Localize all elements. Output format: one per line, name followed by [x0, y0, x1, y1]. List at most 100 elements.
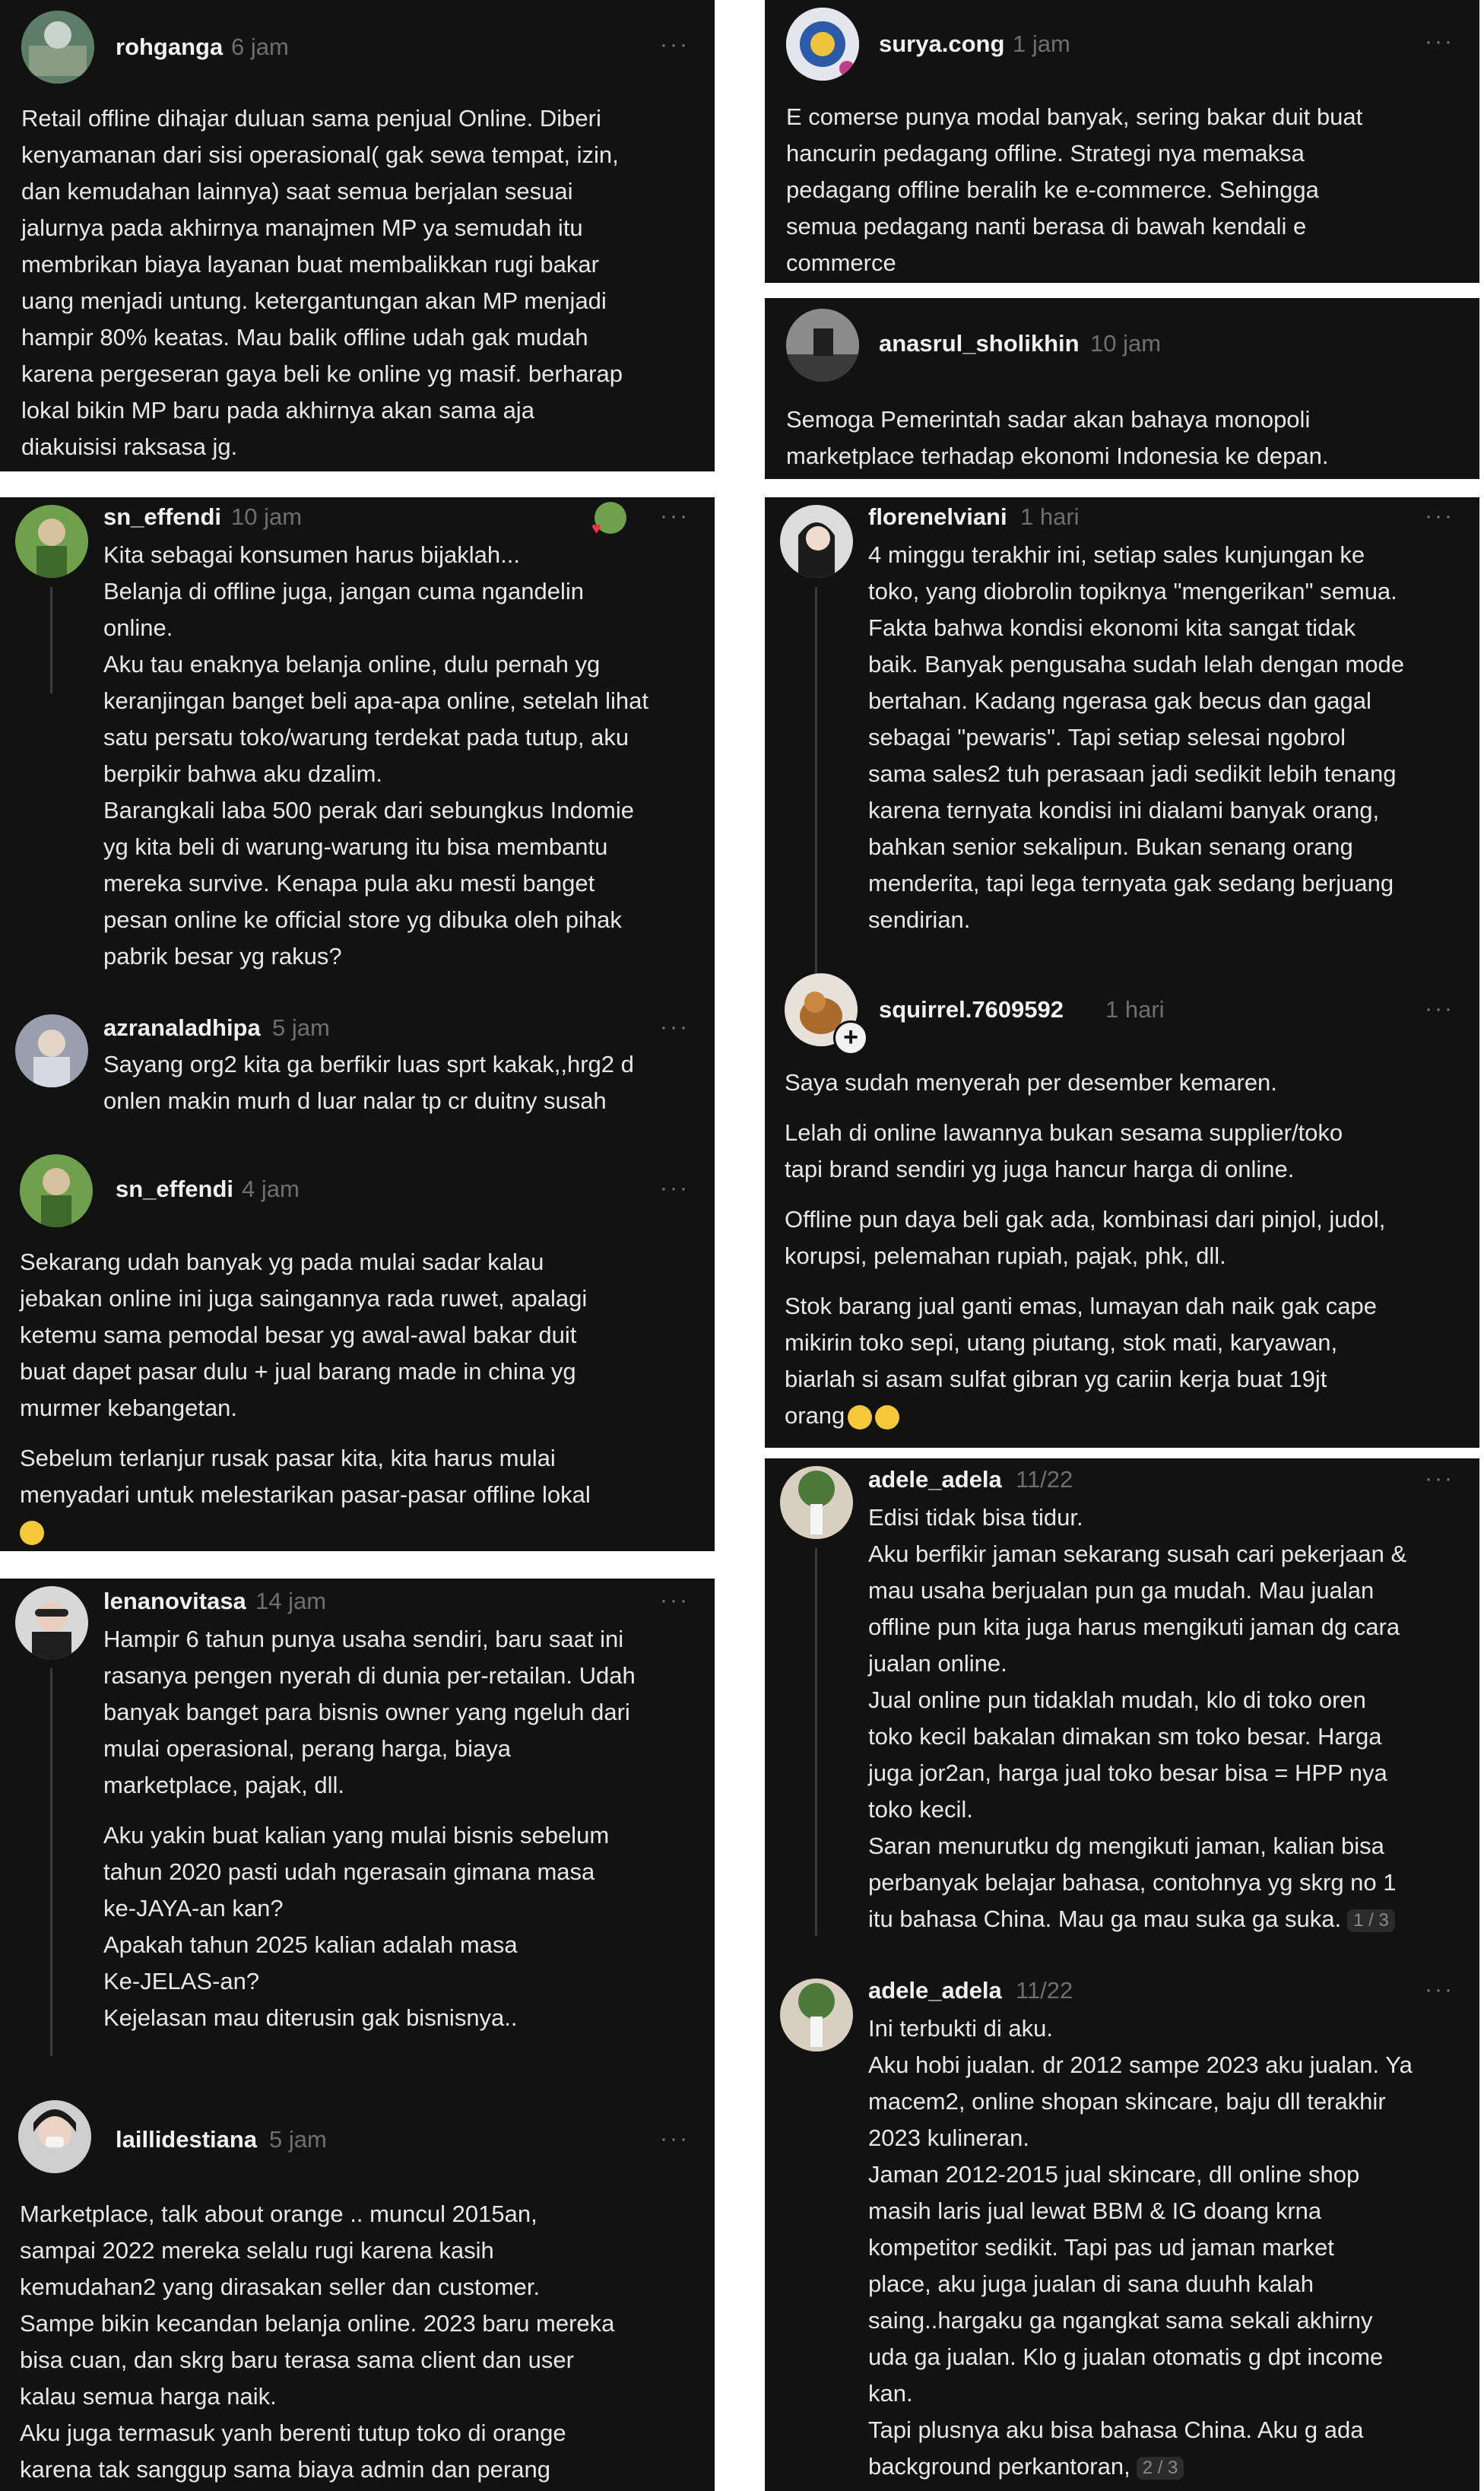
- comment-text: Retail offline dihajar duluan sama penju…: [21, 100, 706, 465]
- comment-line: lokal bikin MP baru pada akhirnya akan s…: [21, 397, 534, 424]
- comment-paragraph: Marketplace, talk about orange .. muncul…: [20, 2196, 704, 2491]
- grinning-sweat-emoji: [848, 1404, 873, 1430]
- username[interactable]: adele_adela: [868, 1466, 1002, 1493]
- more-options-icon[interactable]: ···: [660, 1177, 690, 1200]
- comment-line: Jaman 2012-2015 jual skincare, dll onlin…: [868, 2161, 1360, 2188]
- comment-line: jualan online.: [868, 1650, 1007, 1677]
- comment-paragraph: Aku yakin buat kalian yang mulai bisnis …: [103, 1817, 704, 2036]
- avatar[interactable]: [780, 1466, 853, 1539]
- comment-line: itu bahasa China. Mau ga mau suka ga suk…: [868, 1906, 1342, 1932]
- comment-line: Lelah di online lawannya bukan sesama su…: [785, 1119, 1343, 1146]
- more-options-icon[interactable]: ···: [660, 1589, 690, 1612]
- thread-line: [815, 587, 817, 975]
- comment-line: Fakta bahwa kondisi ekonomi kita sangat …: [868, 614, 1356, 641]
- username[interactable]: florenelviani: [868, 503, 1007, 531]
- comment-line: Aku berfikir jaman sekarang susah cari p…: [868, 1541, 1407, 1567]
- avatar[interactable]: [780, 505, 853, 578]
- comment-line: menderita, tapi lega ternyata gak sedang…: [868, 870, 1394, 896]
- follow-plus-icon[interactable]: +: [833, 1020, 868, 1055]
- comment-line: kompetitor sedikit. Tapi pas ud jaman ma…: [868, 2234, 1334, 2261]
- comment-line: keranjingan banget beli apa-apa online, …: [103, 687, 648, 714]
- username[interactable]: sn_effendi: [116, 1176, 233, 1203]
- more-options-icon[interactable]: ···: [1425, 1979, 1454, 2001]
- image-pager-indicator[interactable]: 2 / 3: [1136, 2456, 1184, 2480]
- username[interactable]: laillidestiana: [116, 2126, 257, 2153]
- comment-paragraph: Retail offline dihajar duluan sama penju…: [21, 100, 706, 465]
- timestamp: 1 hari: [1020, 503, 1080, 530]
- comment-line: macem2, online shopan skincare, baju dll…: [868, 2088, 1386, 2115]
- comment-line: mulai operasional, perang harga, biaya: [103, 1735, 511, 1762]
- comment-line: masih laris jual lewat BBM & IG doang kr…: [868, 2197, 1322, 2224]
- comment-line: Ini terbukti di aku.: [868, 2015, 1053, 2042]
- comment-line: jalurnya pada akhirnya manajmen MP ya se…: [21, 214, 583, 241]
- more-options-icon[interactable]: ···: [1425, 30, 1454, 53]
- comment-line: onlen makin murh d luar nalar tp cr duit…: [103, 1087, 607, 1114]
- more-options-icon[interactable]: ···: [660, 505, 690, 528]
- comment-line: Kita sebagai konsumen harus bijaklah...: [103, 541, 520, 568]
- more-options-icon[interactable]: ···: [1425, 1468, 1454, 1490]
- comment-line: sendirian.: [868, 906, 971, 933]
- comment-paragraph: Lelah di online lawannya bukan sesama su…: [785, 1115, 1469, 1188]
- comment-paragraph: Offline pun daya beli gak ada, kombinasi…: [785, 1201, 1469, 1274]
- comment-line: Sebelum terlanjur rusak pasar kita, kita…: [20, 1445, 556, 1471]
- comment-paragraph: Semoga Pemerintah sadar akan bahaya mono…: [786, 401, 1470, 474]
- avatar[interactable]: [18, 2100, 91, 2173]
- more-options-icon[interactable]: ···: [1425, 998, 1454, 1020]
- comment-line: mereka survive. Kenapa pula aku mesti ba…: [103, 870, 595, 896]
- more-options-icon[interactable]: ···: [1425, 505, 1454, 528]
- timestamp: 14 jam: [255, 1588, 327, 1614]
- avatar[interactable]: [20, 1154, 93, 1227]
- avatar[interactable]: [15, 505, 88, 578]
- comment-text: Marketplace, talk about orange .. muncul…: [20, 2196, 704, 2491]
- username[interactable]: adele_adela: [868, 1977, 1002, 2004]
- comment-line: Retail offline dihajar duluan sama penju…: [21, 105, 601, 132]
- comment-line: Ke-JELAS-an?: [103, 1968, 260, 1994]
- comment-line: murmer kebangetan.: [20, 1395, 238, 1421]
- username[interactable]: surya.cong: [879, 30, 1004, 58]
- comment-paragraph: Sayang org2 kita ga berfikir luas sprt k…: [103, 1046, 704, 1119]
- comment-line: marketplace, pajak, dll.: [103, 1772, 345, 1798]
- comment-panel-florenelviani-thread: florenelviani 1 hari ··· 4 minggu terakh…: [765, 497, 1479, 1448]
- comment-line: Saran menurutku dg mengikuti jaman, kali…: [868, 1833, 1384, 1859]
- comment-line: uang menjadi untung. ketergantungan akan…: [21, 287, 607, 314]
- comment-text: Sekarang udah banyak yg pada mulai sadar…: [20, 1244, 704, 1550]
- avatar[interactable]: [15, 1014, 88, 1087]
- username[interactable]: rohganga: [116, 33, 223, 61]
- comment-text: Hampir 6 tahun punya usaha sendiri, baru…: [103, 1621, 704, 2036]
- more-options-icon[interactable]: ···: [660, 1016, 690, 1039]
- comment-line: yg kita beli di warung-warung itu bisa m…: [103, 833, 608, 860]
- timestamp: 1 jam: [1013, 30, 1070, 57]
- comment-text: Sayang org2 kita ga berfikir luas sprt k…: [103, 1046, 704, 1119]
- comment-line: Aku hobi jualan. dr 2012 sampe 2023 aku …: [868, 2052, 1413, 2078]
- comment-paragraph: Stok barang jual ganti emas, lumayan dah…: [785, 1288, 1469, 1434]
- comment-line: banyak banget para bisnis owner yang nge…: [103, 1699, 630, 1725]
- more-options-icon[interactable]: ···: [660, 33, 690, 56]
- comment-text: 4 minggu terakhir ini, setiap sales kunj…: [868, 537, 1469, 938]
- comment-paragraph: 4 minggu terakhir ini, setiap sales kunj…: [868, 537, 1469, 938]
- comment-line: toko kecil.: [868, 1796, 973, 1823]
- username[interactable]: azranaladhipa: [103, 1014, 261, 1042]
- username[interactable]: lenanovitasa: [103, 1588, 246, 1615]
- comment-text: Edisi tidak bisa tidur. Aku berfikir jama…: [868, 1499, 1469, 1937]
- avatar[interactable]: [21, 11, 94, 84]
- comment-line: membrikan biaya layanan buat membalikkan…: [21, 251, 599, 278]
- comment-line: Offline pun daya beli gak ada, kombinasi…: [785, 1206, 1386, 1233]
- comment-line: hancurin pedagang offline. Strategi nya …: [786, 140, 1305, 167]
- avatar[interactable]: [786, 309, 859, 382]
- more-options-icon[interactable]: ···: [660, 2128, 690, 2150]
- comment-line: Aku yakin buat kalian yang mulai bisnis …: [103, 1822, 610, 1848]
- username[interactable]: squirrel.7609592: [879, 996, 1064, 1023]
- comment-paragraph: Edisi tidak bisa tidur. Aku berfikir jama…: [868, 1499, 1469, 1937]
- comment-line: offline pun kita juga harus mengikuti ja…: [868, 1614, 1400, 1640]
- avatar[interactable]: [786, 8, 859, 81]
- image-pager-indicator[interactable]: 1 / 3: [1347, 1909, 1395, 1932]
- comment-line: Edisi tidak bisa tidur.: [868, 1504, 1083, 1531]
- comment-paragraph: Ini terbukti di aku. Aku hobi jualan. dr …: [868, 2010, 1469, 2485]
- timestamp: 1 hari: [1105, 996, 1165, 1023]
- username[interactable]: sn_effendi: [103, 503, 221, 531]
- avatar[interactable]: [780, 1979, 853, 2052]
- username[interactable]: anasrul_sholikhin: [879, 330, 1080, 357]
- avatar[interactable]: [15, 1586, 88, 1659]
- comment-line: dan kemudahan lainnya) saat semua berjal…: [21, 178, 573, 205]
- comment-line: Hampir 6 tahun punya usaha sendiri, baru…: [103, 1626, 624, 1652]
